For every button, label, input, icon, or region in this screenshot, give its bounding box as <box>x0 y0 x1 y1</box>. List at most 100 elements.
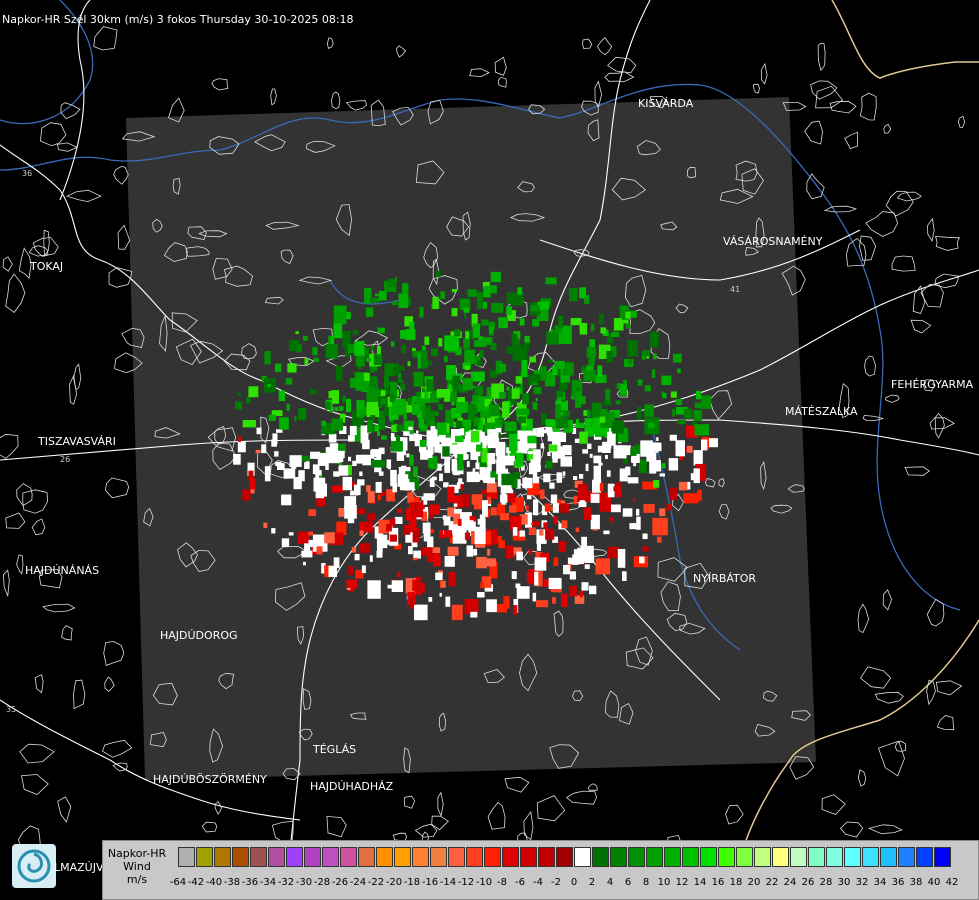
radar-echo-pixel <box>447 486 455 503</box>
radar-echo-pixel <box>464 532 471 540</box>
radar-echo-pixel <box>585 463 589 472</box>
radar-echo-pixel <box>352 460 357 466</box>
radar-echo-pixel <box>552 503 559 513</box>
radar-echo-pixel <box>613 445 627 459</box>
radar-echo-pixel <box>519 530 525 537</box>
legend-tick: 20 <box>747 877 761 888</box>
legend-tick: 30 <box>837 877 851 888</box>
radar-echo-pixel <box>437 403 443 411</box>
radar-echo-pixel <box>412 557 418 561</box>
radar-echo-pixel <box>560 456 572 467</box>
radar-echo-pixel <box>349 378 361 388</box>
radar-echo-pixel <box>303 335 308 341</box>
radar-echo-pixel <box>528 451 533 454</box>
radar-echo-pixel <box>457 384 463 390</box>
radar-echo-pixel <box>575 527 579 533</box>
settlement-outline <box>582 38 593 49</box>
radar-echo-pixel <box>237 441 246 453</box>
radar-echo-pixel <box>398 293 409 308</box>
legend-tick: 16 <box>711 877 725 888</box>
radar-echo-pixel <box>558 315 564 328</box>
radar-echo-pixel <box>301 550 313 558</box>
radar-echo-pixel <box>576 387 579 391</box>
radar-echo-pixel <box>318 483 327 497</box>
radar-echo-pixel <box>365 307 374 317</box>
radar-echo-pixel <box>633 498 636 502</box>
radar-echo-pixel <box>611 331 620 338</box>
radar-echo-pixel <box>515 452 524 467</box>
radar-echo-pixel <box>439 592 442 597</box>
radar-echo-pixel <box>367 580 381 599</box>
radar-echo-pixel <box>444 335 458 351</box>
radar-echo-pixel <box>463 337 470 350</box>
radar-echo-pixel <box>626 445 631 454</box>
radar-echo-pixel <box>444 453 451 473</box>
radar-echo-pixel <box>594 421 599 429</box>
radar-echo-pixel <box>490 507 497 516</box>
radar-echo-pixel <box>367 491 375 503</box>
radar-echo-pixel <box>309 389 317 395</box>
radar-echo-pixel <box>366 358 372 362</box>
radar-echo-pixel <box>563 565 571 575</box>
legend-swatch <box>556 847 573 867</box>
radar-echo-pixel <box>631 456 638 463</box>
radar-echo-pixel <box>329 443 339 455</box>
legend-swatch <box>862 847 879 867</box>
radar-echo-pixel <box>248 386 259 398</box>
radar-echo-pixel <box>556 390 564 398</box>
legend-tick: 18 <box>729 877 743 888</box>
radar-echo-pixel <box>387 278 397 287</box>
radar-echo-pixel <box>454 329 461 337</box>
radar-echo-pixel <box>686 445 693 453</box>
radar-echo-pixel <box>521 359 528 378</box>
radar-echo-pixel <box>390 341 395 347</box>
radar-echo-pixel <box>657 536 662 543</box>
radar-echo-pixel <box>445 596 451 607</box>
radar-echo-pixel <box>429 529 435 534</box>
settlement-outline <box>829 100 857 114</box>
radar-echo-pixel <box>369 368 375 373</box>
radar-echo-pixel <box>300 455 311 462</box>
radar-echo-pixel <box>289 455 302 467</box>
radar-echo-pixel <box>316 546 323 555</box>
radar-echo-pixel <box>480 582 485 589</box>
legend-swatch <box>340 847 357 867</box>
legend-tick: 40 <box>927 877 941 888</box>
radar-echo-pixel <box>642 546 649 552</box>
radar-echo-pixel <box>423 498 428 505</box>
radar-echo-pixel <box>545 460 553 469</box>
legend-swatch <box>250 847 267 867</box>
radar-echo-pixel <box>333 323 343 339</box>
radar-echo-pixel <box>321 420 326 426</box>
legend-tick: 0 <box>570 877 578 888</box>
radar-echo-pixel <box>475 462 480 470</box>
legend-tick: -24 <box>349 877 367 888</box>
radar-echo-pixel <box>439 473 443 482</box>
settlement-outline <box>864 355 876 377</box>
radar-echo-pixel <box>673 353 682 363</box>
legend-swatch <box>502 847 519 867</box>
radar-echo-pixel <box>455 435 464 443</box>
radar-echo-pixel <box>426 379 434 392</box>
radar-echo-pixel <box>500 485 506 494</box>
radar-echo-pixel <box>502 401 510 418</box>
legend-tick: -64 <box>169 877 187 888</box>
radar-echo-pixel <box>487 548 491 556</box>
radar-map[interactable]: 36 41 35 26 <box>0 0 979 900</box>
radar-echo-pixel <box>656 437 659 441</box>
radar-echo-pixel <box>527 435 537 444</box>
radar-echo-pixel <box>677 368 681 374</box>
city-label-hajdunanas: HAJDÚNÁNÁS <box>25 564 100 577</box>
radar-echo-pixel <box>419 439 427 447</box>
radar-echo-pixel <box>644 404 654 417</box>
radar-echo-pixel <box>457 518 462 526</box>
settlement-outline <box>891 255 916 272</box>
radar-echo-pixel <box>474 417 480 427</box>
radar-echo-pixel <box>451 308 458 317</box>
radar-echo-pixel <box>361 565 366 574</box>
radar-echo-pixel <box>378 447 385 455</box>
radar-echo-pixel <box>516 586 530 599</box>
radar-echo-pixel <box>587 443 592 449</box>
radar-echo-pixel <box>431 348 438 356</box>
settlement-outline <box>865 211 899 237</box>
